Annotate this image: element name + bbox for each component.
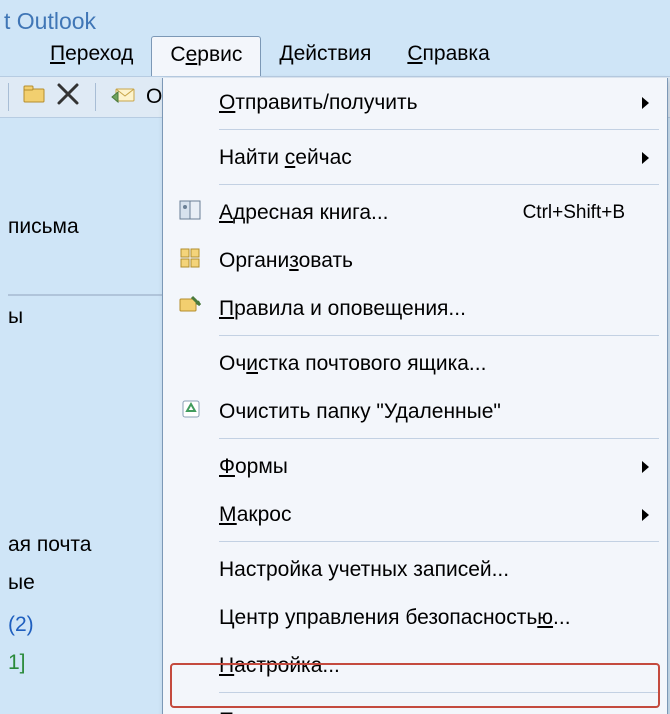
menu-mailbox-cleanup[interactable]: Очистка почтового ящика... [163,339,667,387]
menubar-actions[interactable]: Действия [261,36,389,76]
organize-icon [179,247,203,275]
submenu-arrow-icon [642,509,649,521]
menubar-go[interactable]: Переход [32,36,151,76]
folder-icon[interactable] [23,84,47,110]
menu-bar: Переход Сервис Действия Справка [0,36,670,76]
recycle-icon [180,398,202,426]
sidepane-divider [8,294,168,296]
menu-separator [219,692,659,693]
menu-customize[interactable]: Настройка... [163,641,667,689]
menu-separator [219,335,659,336]
delete-x-icon[interactable] [55,81,81,113]
menubar-label: Действия [279,42,371,65]
menubar-help[interactable]: Справка [389,36,507,76]
menu-separator [219,184,659,185]
menubar-label: Переход [50,42,133,65]
toolbar-reply-text: О [146,85,162,109]
service-menu-dropdown: Отправить/получить Найти сейчас Адресная… [162,78,668,714]
menubar-label: Сервис [170,43,242,66]
window-title-fragment: t Outlook [0,0,670,36]
submenu-arrow-icon [642,461,649,473]
menu-trust-center[interactable]: Центр управления безопасностью... [163,593,667,641]
menu-separator [219,438,659,439]
menubar-label: Справка [407,42,489,65]
menu-organize[interactable]: Организовать [163,236,667,284]
toolbar-separator [8,83,9,111]
menu-options[interactable]: Параметры... [163,696,667,714]
menu-separator [219,129,659,130]
submenu-arrow-icon [642,152,649,164]
toolbar-separator [95,83,96,111]
menu-send-receive[interactable]: Отправить/получить [163,78,667,126]
menu-shortcut: Ctrl+Shift+B [523,202,667,224]
menu-macros[interactable]: Макрос [163,490,667,538]
reply-icon[interactable] [110,83,138,111]
menubar-service[interactable]: Сервис [151,36,261,76]
menu-find-now[interactable]: Найти сейчас [163,133,667,181]
submenu-arrow-icon [642,97,649,109]
menu-forms[interactable]: Формы [163,442,667,490]
menu-address-book[interactable]: Адресная книга... Ctrl+Shift+B [163,188,667,236]
menu-account-settings[interactable]: Настройка учетных записей... [163,545,667,593]
menu-rules-alerts[interactable]: Правила и оповещения... [163,284,667,332]
rules-icon [178,295,204,323]
menu-empty-deleted[interactable]: Очистить папку "Удаленные" [163,387,667,435]
menu-separator [219,541,659,542]
address-book-icon [178,199,204,227]
